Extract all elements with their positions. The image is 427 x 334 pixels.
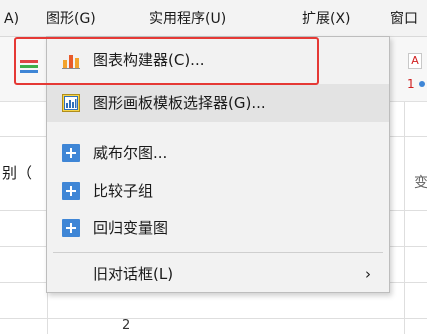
menu-item-label: 比较子组 (93, 182, 154, 200)
menu-item-label: 图形画板模板选择器(G)... (93, 94, 266, 112)
menu-bar: A) 图形(G) 实用程序(U) 扩展(X) 窗口 (0, 0, 427, 37)
menu-item-label: 回归变量图 (93, 219, 169, 237)
menu-item-weibull-plot[interactable]: 威布尔图... (47, 134, 389, 172)
plus-icon (62, 144, 80, 162)
cell-value: 2 (122, 318, 131, 333)
column-header-text: 别（ (2, 164, 33, 182)
highlight-annotation (14, 37, 319, 85)
menu-separator (53, 252, 383, 253)
menu-item-legacy-dialogs[interactable]: 旧对话框(L) › (47, 255, 389, 293)
plus-icon (62, 219, 80, 237)
graphboard-template-icon (62, 94, 80, 112)
menu-graphs[interactable]: 图形(G) (46, 8, 96, 30)
menu-item-label: 旧对话框(L) (93, 265, 174, 283)
menu-analyze[interactable]: A) (4, 8, 19, 30)
menu-utilities[interactable]: 实用程序(U) (149, 8, 226, 30)
value-label-icon[interactable]: 1 (407, 77, 419, 91)
grid-row-line (0, 318, 427, 319)
app-window: A) 图形(G) 实用程序(U) 扩展(X) 窗口 A 1 别（ 变 2 图表构… (0, 0, 427, 334)
menu-item-regression-variable-plots[interactable]: 回归变量图 (47, 209, 389, 247)
menu-window[interactable]: 窗口 (390, 8, 418, 30)
toolbar-dot-icon (419, 81, 425, 87)
grid-col-line (404, 102, 405, 334)
menu-item-label: 威布尔图... (93, 144, 168, 162)
column-header-text-right: 变 (414, 175, 427, 191)
menu-extensions[interactable]: 扩展(X) (302, 8, 351, 30)
plus-icon (62, 182, 80, 200)
chevron-right-icon: › (365, 265, 371, 283)
menu-item-graphboard-template-chooser[interactable]: 图形画板模板选择器(G)... (47, 84, 389, 122)
menu-item-compare-subgroups[interactable]: 比较子组 (47, 172, 389, 210)
text-format-icon[interactable]: A (408, 53, 422, 69)
